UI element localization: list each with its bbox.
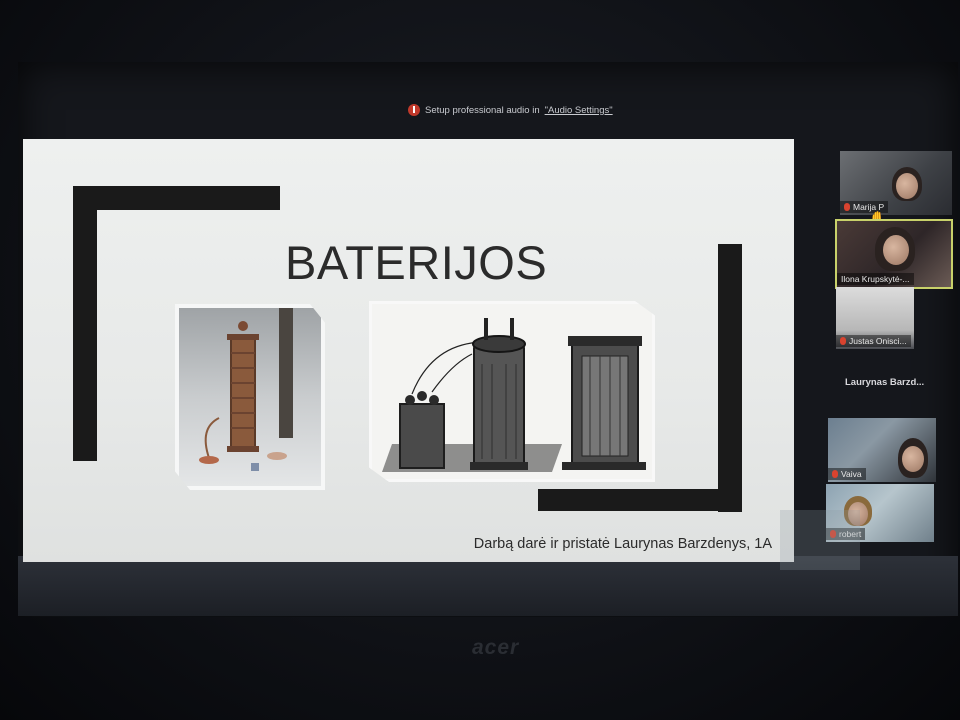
participant-tile[interactable]: Marija P (840, 151, 952, 215)
participant-name: Vaiva (828, 468, 866, 480)
muted-mic-icon (840, 337, 846, 345)
participant-tile[interactable]: Vaiva (828, 418, 936, 482)
muted-mic-icon (832, 470, 838, 478)
audio-settings-link[interactable]: "Audio Settings" (545, 105, 613, 116)
slide-title: BATERIJOS (285, 236, 548, 289)
audio-notice-text: Setup professional audio in (425, 104, 540, 116)
participant-tile[interactable]: Justas Onisci... (836, 287, 914, 349)
audio-icon (408, 104, 420, 116)
bracket-decoration (718, 244, 742, 512)
audio-settings-notice[interactable]: Setup professional audio in "Audio Setti… (408, 102, 613, 118)
participant-name: Justas Onisci... (836, 335, 911, 347)
participant-tile-active-speaker[interactable]: Ilona Krupskytė-... (835, 219, 953, 289)
slide-credit: Darbą darė ir pristatė Laurynas Barzdeny… (473, 536, 772, 552)
battery-engraving (369, 301, 655, 482)
bracket-decoration (73, 186, 280, 210)
bracket-decoration (73, 186, 97, 461)
screen-reflection (780, 510, 860, 570)
participant-name: Ilona Krupskytė-... (837, 273, 914, 285)
monitor-brand-logo: acer (472, 636, 520, 659)
participant-name-no-video[interactable]: Laurynas Barzd... (845, 377, 924, 388)
muted-mic-icon (844, 203, 850, 211)
presentation-slide: BATERIJOS Darbą darė ir pristatė Lauryna… (23, 139, 794, 562)
bracket-decoration (538, 489, 742, 511)
battery-photo (175, 304, 325, 490)
